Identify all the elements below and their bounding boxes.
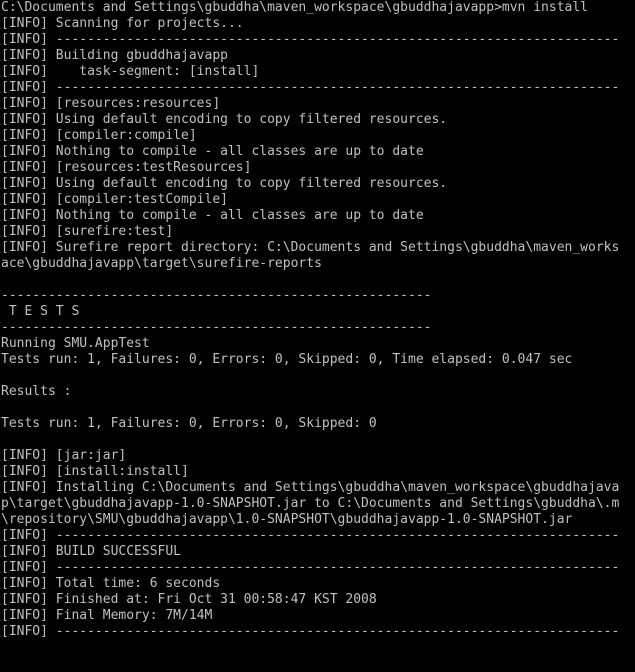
console-line: [INFO] Total time: 6 seconds	[1, 576, 221, 591]
console-line: [INFO] Nothing to compile - all classes …	[1, 208, 424, 223]
console-line: Running SMU.AppTest	[1, 336, 150, 351]
console-line: [INFO] ---------------------------------…	[1, 32, 620, 47]
console-line: [INFO] [compiler:testCompile]	[1, 192, 228, 207]
console-line: Tests run: 1, Failures: 0, Errors: 0, Sk…	[1, 352, 573, 367]
terminal-window[interactable]: C:\Documents and Settings\gbuddha\maven_…	[0, 0, 635, 672]
console-line: [INFO] [compiler:compile]	[1, 128, 197, 143]
console-line: [INFO] Scanning for projects...	[1, 16, 244, 31]
console-line: ----------------------------------------…	[1, 288, 432, 303]
console-line: Tests run: 1, Failures: 0, Errors: 0, Sk…	[1, 416, 377, 431]
console-line: [INFO] Surefire report directory: C:\Doc…	[1, 240, 620, 255]
console-line: [INFO] Nothing to compile - all classes …	[1, 144, 424, 159]
console-line: \repository\SMU\gbuddhajavapp\1.0-SNAPSH…	[1, 512, 573, 527]
console-line: [INFO] [jar:jar]	[1, 448, 127, 463]
console-line: [INFO] [resources:testResources]	[1, 160, 252, 175]
console-line: [INFO] [surefire:test]	[1, 224, 174, 239]
console-line: [INFO] BUILD SUCCESSFUL	[1, 544, 182, 559]
console-line: ----------------------------------------…	[1, 320, 432, 335]
console-line: [INFO] Final Memory: 7M/14M	[1, 608, 213, 623]
command-prompt-line[interactable]: C:\Documents and Settings\gbuddha\maven_…	[1, 656, 635, 672]
console-line: [INFO] ---------------------------------…	[1, 528, 620, 543]
console-line: [INFO] task-segment: [install]	[1, 64, 260, 79]
console-line: [INFO] [resources:resources]	[1, 96, 221, 111]
console-line: [INFO] [install:install]	[1, 464, 189, 479]
console-line: ace\gbuddhajavapp\target\surefire-report…	[1, 256, 322, 271]
console-line: [INFO] ---------------------------------…	[1, 80, 620, 95]
console-line: T E S T S	[1, 304, 80, 319]
console-line: [INFO] Using default encoding to copy fi…	[1, 176, 448, 191]
console-output: C:\Documents and Settings\gbuddha\maven_…	[1, 0, 635, 656]
console-line: p\target\gbuddhajavapp-1.0-SNAPSHOT.jar …	[1, 496, 620, 511]
console-line: [INFO] Building gbuddhajavapp	[1, 48, 228, 63]
console-line: [INFO] Using default encoding to copy fi…	[1, 112, 448, 127]
console-line: C:\Documents and Settings\gbuddha\maven_…	[1, 0, 588, 15]
console-line: [INFO] Finished at: Fri Oct 31 00:58:47 …	[1, 592, 377, 607]
console-line: [INFO] ---------------------------------…	[1, 560, 620, 575]
console-line: [INFO] ---------------------------------…	[1, 624, 620, 639]
console-line: [INFO] Installing C:\Documents and Setti…	[1, 480, 620, 495]
console-line: Results :	[1, 384, 72, 399]
